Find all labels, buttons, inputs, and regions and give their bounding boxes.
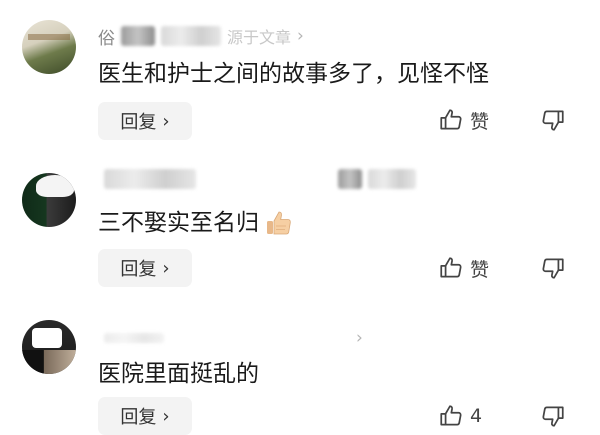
redacted-username (104, 333, 164, 343)
reply-button[interactable]: 回复 › (98, 397, 192, 435)
comment-item: 俗 源于文章 › 医生和护士之间的故事多了，见怪不怪 回复 › 赞 (0, 0, 600, 145)
thumbs-down-icon (540, 403, 566, 429)
chevron-right-icon: › (162, 257, 170, 279)
dislike-button[interactable] (538, 104, 568, 136)
like-label: 赞 (470, 110, 490, 133)
redacted-info (161, 26, 221, 46)
comment-text: 三不娶实至名归 (98, 207, 293, 239)
comment-text-body: 三不娶实至名归 (98, 210, 259, 236)
comment-header (98, 167, 416, 191)
like-button[interactable]: 赞 (438, 104, 489, 136)
comment-item: › 医院里面挺乱的 回复 › 4 (0, 290, 600, 435)
comment-header: 俗 源于文章 › (98, 24, 304, 49)
comment-text: 医院里面挺乱的 (98, 358, 259, 390)
comment-text-body: 医院里面挺乱的 (98, 361, 259, 387)
thumbs-up-icon (438, 403, 464, 429)
thumbs-up-icon (438, 107, 464, 133)
comment-text: 医生和护士之间的故事多了，见怪不怪 (98, 58, 489, 90)
reply-button[interactable]: 回复 › (98, 102, 192, 140)
chevron-right-icon: › (162, 110, 170, 132)
comment-header: › (98, 326, 363, 350)
like-button[interactable]: 4 (438, 400, 482, 432)
dislike-button[interactable] (538, 252, 568, 284)
like-button[interactable]: 赞 (438, 252, 489, 284)
like-count: 4 (470, 405, 483, 427)
comment-text-body: 医生和护士之间的故事多了，见怪不怪 (98, 61, 489, 87)
reply-label: 回复 (120, 259, 157, 280)
like-label: 赞 (470, 258, 490, 281)
source-text: 源于文章 (227, 28, 292, 47)
redacted-info (338, 169, 362, 189)
dislike-button[interactable] (538, 400, 568, 432)
redacted-info (368, 169, 416, 189)
thumbs-down-icon (540, 255, 566, 281)
redacted-username (121, 26, 155, 46)
thumbs-down-icon (540, 107, 566, 133)
redacted-username (104, 169, 196, 189)
reply-button[interactable]: 回复 › (98, 249, 192, 287)
avatar[interactable] (22, 173, 76, 227)
reply-label: 回复 (120, 112, 157, 133)
avatar[interactable] (22, 20, 76, 74)
thumbs-up-emoji-icon (263, 208, 293, 238)
chevron-right-icon: › (356, 328, 363, 348)
username[interactable]: 俗 (98, 24, 115, 49)
avatar[interactable] (22, 320, 76, 374)
reply-label: 回复 (120, 407, 157, 428)
comment-item: 三不娶实至名归 回复 › 赞 (0, 145, 600, 290)
thumbs-up-icon (438, 255, 464, 281)
chevron-right-icon: › (162, 405, 170, 427)
chevron-right-icon: › (297, 26, 304, 46)
